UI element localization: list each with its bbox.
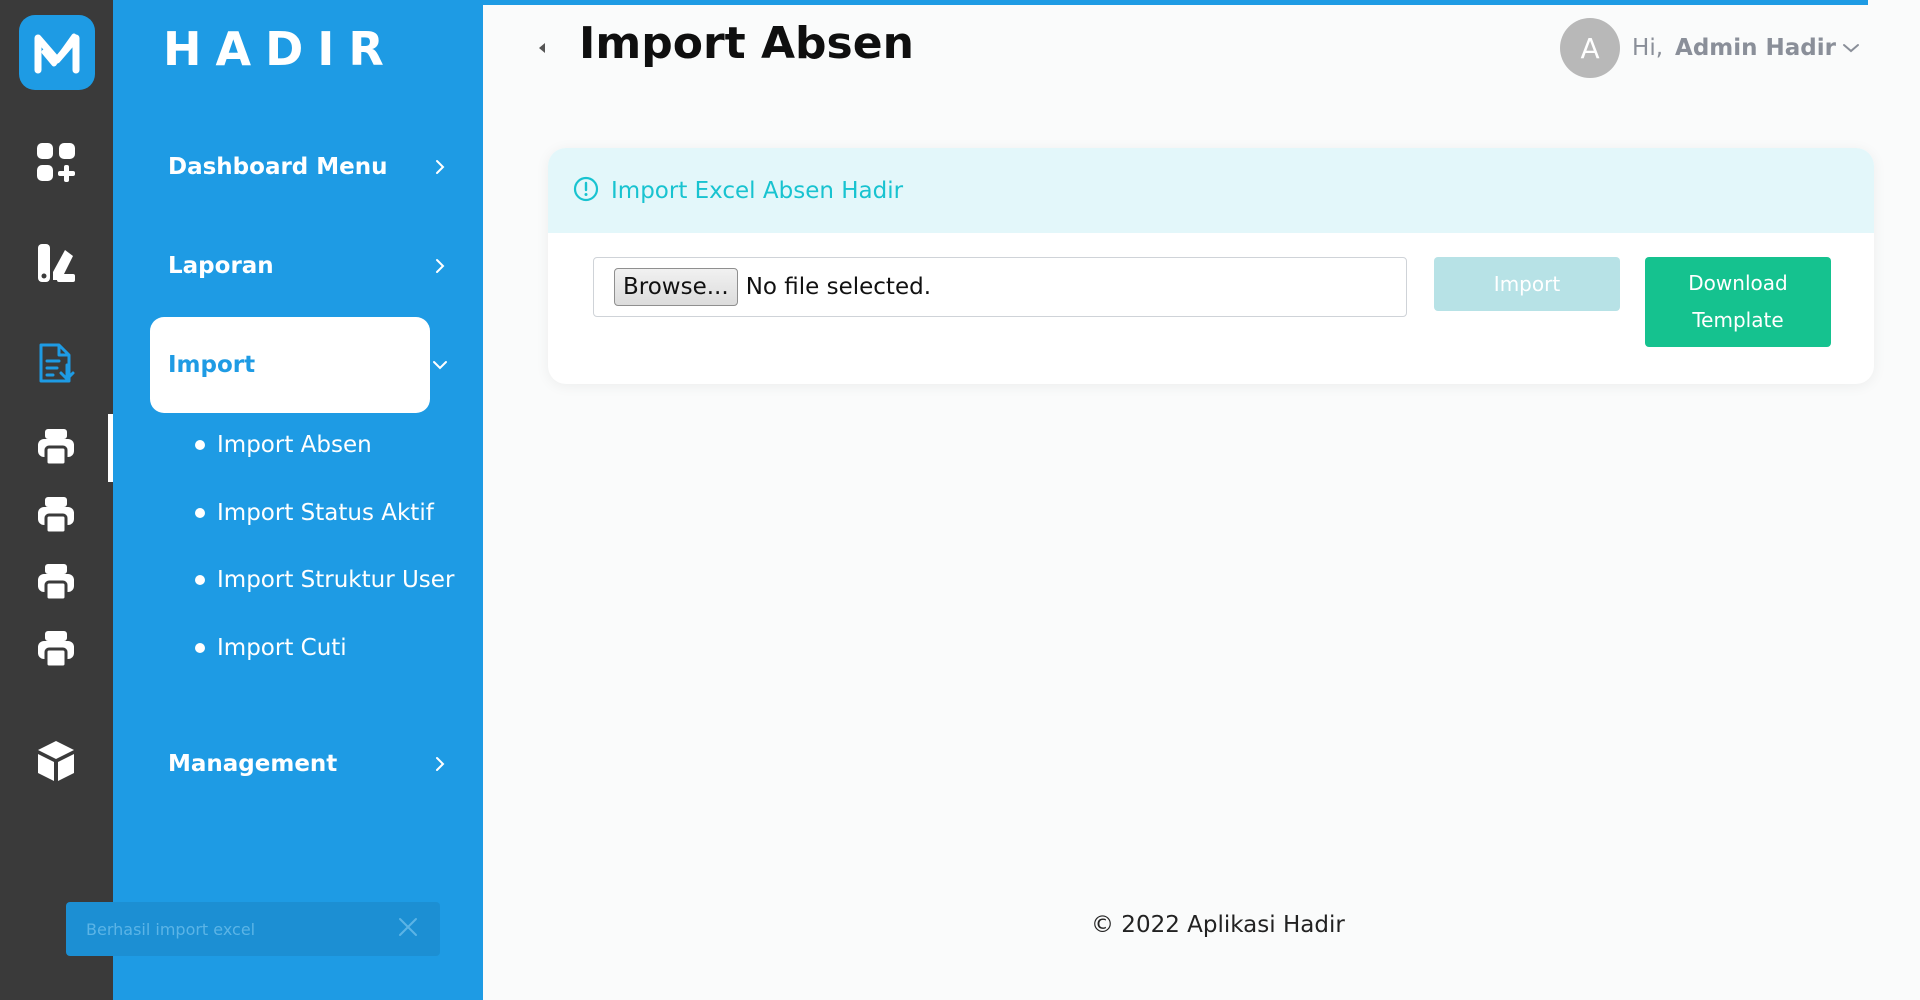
page-title: Import Absen xyxy=(579,18,914,69)
sidebar-item-label: Dashboard Menu xyxy=(168,154,388,180)
subitem-label: Import Absen xyxy=(217,432,372,458)
printer-icon[interactable] xyxy=(29,420,83,474)
chevron-right-icon xyxy=(430,754,450,774)
sidebar-item-dashboard-menu[interactable]: Dashboard Menu xyxy=(150,119,445,215)
printer-icon[interactable] xyxy=(29,555,83,609)
browse-button[interactable]: Browse... xyxy=(614,268,738,306)
chevron-right-icon xyxy=(430,256,450,276)
card-header: Import Excel Absen Hadir xyxy=(548,148,1874,233)
greeting-text: Hi, xyxy=(1632,35,1664,61)
bullet-icon xyxy=(195,643,205,653)
logo-icon xyxy=(34,33,80,73)
import-card: Import Excel Absen Hadir Browse... No fi… xyxy=(548,148,1874,384)
download-template-button[interactable]: Download Template xyxy=(1645,257,1831,347)
dashboard-icon[interactable] xyxy=(29,135,83,189)
file-input[interactable]: Browse... No file selected. xyxy=(593,257,1407,317)
subitem-label: Import Cuti xyxy=(217,635,347,661)
report-icon[interactable] xyxy=(29,236,83,290)
download-label-line2: Template xyxy=(1692,308,1784,332)
toast-notification: Berhasil import excel xyxy=(66,902,440,956)
user-menu[interactable]: A Hi, Admin Hadir xyxy=(1560,18,1860,78)
sidebar-item-laporan[interactable]: Laporan xyxy=(150,218,445,314)
subitem-label: Import Struktur User xyxy=(217,567,455,593)
box-icon[interactable] xyxy=(29,734,83,788)
sidebar: HADIR Dashboard Menu Laporan Import Impo… xyxy=(113,0,483,1000)
sidebar-subitem-import-cuti[interactable]: Import Cuti xyxy=(195,635,347,661)
icon-rail xyxy=(0,0,113,1000)
chevron-down-icon xyxy=(430,355,450,375)
bullet-icon xyxy=(195,575,205,585)
chevron-down-icon[interactable] xyxy=(1842,39,1860,58)
printer-icon[interactable] xyxy=(29,488,83,542)
close-icon[interactable] xyxy=(398,917,418,941)
import-file-icon[interactable] xyxy=(29,336,83,390)
top-accent-line xyxy=(480,0,1868,5)
sidebar-subitem-import-absen[interactable]: Import Absen xyxy=(195,432,372,458)
sidebar-item-label: Management xyxy=(168,751,338,777)
import-button[interactable]: Import xyxy=(1434,257,1620,311)
sidebar-item-label: Import xyxy=(168,352,256,378)
app-logo[interactable] xyxy=(19,15,95,90)
avatar[interactable]: A xyxy=(1560,18,1621,78)
sidebar-item-management[interactable]: Management xyxy=(150,716,445,812)
toast-message: Berhasil import excel xyxy=(86,919,256,939)
sidebar-item-import[interactable]: Import xyxy=(150,317,447,413)
sidebar-subitem-import-struktur-user[interactable]: Import Struktur User xyxy=(195,567,454,593)
card-header-text: Import Excel Absen Hadir xyxy=(611,177,904,204)
user-name[interactable]: Admin Hadir xyxy=(1675,35,1836,61)
footer-copyright: © 2022 Aplikasi Hadir xyxy=(1091,912,1345,938)
bullet-icon xyxy=(195,440,205,450)
info-icon xyxy=(573,176,599,206)
bullet-icon xyxy=(195,508,205,518)
chevron-right-icon xyxy=(430,157,450,177)
subitem-label: Import Status Aktif xyxy=(217,500,434,526)
file-status-text: No file selected. xyxy=(745,274,932,300)
download-label-line1: Download xyxy=(1688,271,1788,295)
sidebar-collapse-button[interactable] xyxy=(534,38,550,58)
caret-left-icon xyxy=(539,43,545,53)
sidebar-item-label: Laporan xyxy=(168,253,274,279)
brand-wordmark: HADIR xyxy=(163,22,398,76)
printer-icon[interactable] xyxy=(29,622,83,676)
sidebar-subitem-import-status-aktif[interactable]: Import Status Aktif xyxy=(195,500,434,526)
